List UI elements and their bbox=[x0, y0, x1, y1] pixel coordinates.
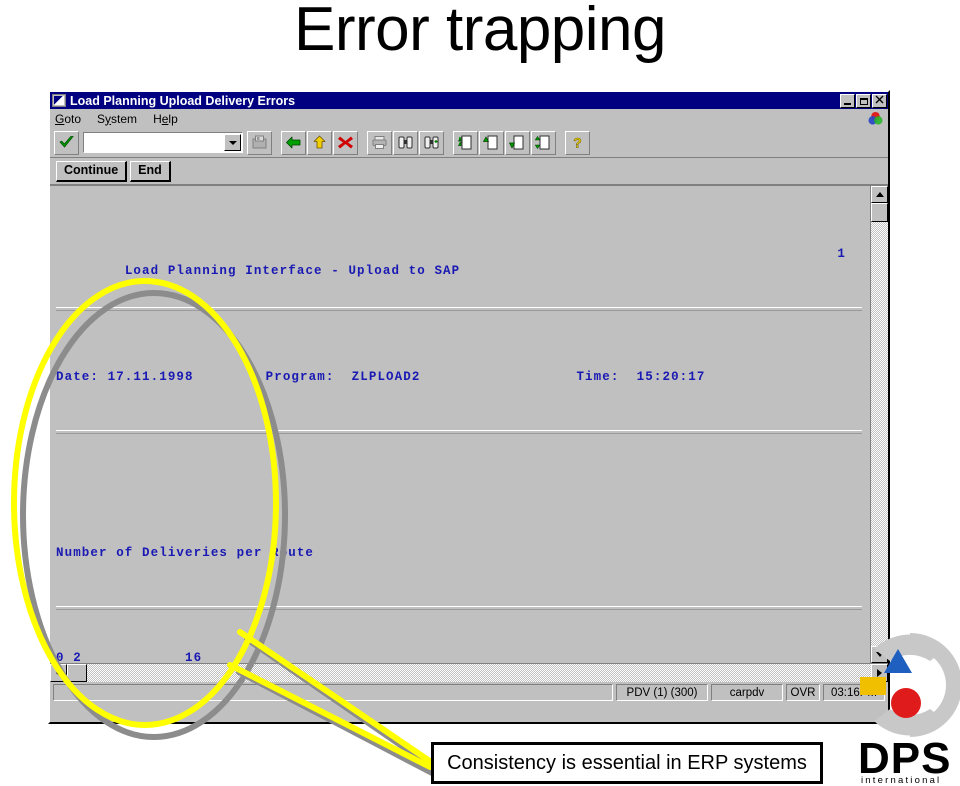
continue-button[interactable]: Continue bbox=[56, 160, 128, 182]
restore-button[interactable] bbox=[856, 93, 871, 108]
binoculars-plus-icon bbox=[424, 136, 439, 149]
scroll-up-button[interactable] bbox=[871, 186, 888, 203]
menu-item-help[interactable]: Help bbox=[153, 112, 178, 126]
report-list: Load Planning Interface - Upload to SAP … bbox=[50, 186, 870, 663]
first-page-icon bbox=[457, 135, 472, 150]
close-button[interactable] bbox=[872, 93, 887, 108]
report-divider bbox=[56, 306, 862, 311]
triangle-up-icon bbox=[875, 192, 884, 197]
binoculars-icon bbox=[398, 136, 413, 149]
help-button[interactable]: ? bbox=[565, 130, 590, 155]
save-disk-icon bbox=[252, 135, 267, 149]
report-program: Program: ZLPLOAD2 bbox=[265, 369, 421, 384]
red-x-icon bbox=[338, 136, 353, 149]
svg-text:?: ? bbox=[573, 135, 582, 150]
vertical-scroll-thumb[interactable] bbox=[871, 203, 888, 222]
status-insert-mode[interactable]: OVR bbox=[786, 684, 820, 701]
horizontal-scroll-thumb[interactable] bbox=[67, 664, 87, 682]
report-divider bbox=[56, 605, 862, 610]
horizontal-scrollbar[interactable] bbox=[50, 663, 888, 682]
window-titlebar: Load Planning Upload Delivery Errors bbox=[50, 92, 888, 109]
previous-page-button[interactable] bbox=[479, 130, 504, 155]
enter-button[interactable] bbox=[54, 130, 79, 155]
report-time: Time: 15:20:17 bbox=[576, 369, 706, 384]
vertical-scroll-track[interactable] bbox=[871, 222, 888, 646]
report-header-title: Load Planning Interface - Upload to SAP bbox=[124, 264, 461, 279]
last-page-icon bbox=[535, 135, 550, 150]
report-meta-line: Date: 17.11.1998 Program: ZLPLOAD2 Time: 1… bbox=[56, 369, 870, 387]
menubar: Goto System Help bbox=[50, 109, 888, 128]
window-controls bbox=[840, 93, 887, 108]
sap-app-icon bbox=[52, 94, 66, 107]
save-button[interactable] bbox=[247, 130, 272, 155]
find-button[interactable] bbox=[393, 130, 418, 155]
sap-toolbar: ? bbox=[50, 128, 888, 158]
green-check-icon bbox=[59, 136, 74, 148]
triangle-left-icon bbox=[56, 669, 61, 677]
chevron-down-icon bbox=[228, 140, 237, 145]
menu-item-goto[interactable]: Goto bbox=[55, 112, 81, 126]
statusbar: PDV (1) (300) carpdv OVR 03:16PM bbox=[50, 682, 888, 703]
scroll-left-button[interactable] bbox=[50, 664, 67, 682]
print-button[interactable] bbox=[367, 130, 392, 155]
yellow-up-arrow-icon bbox=[313, 135, 326, 149]
page-title: Error trapping bbox=[293, 0, 667, 64]
vertical-scrollbar[interactable] bbox=[870, 186, 888, 663]
minimize-button[interactable] bbox=[840, 93, 855, 108]
next-page-icon bbox=[509, 135, 524, 150]
printer-icon bbox=[372, 136, 387, 149]
last-page-button[interactable] bbox=[531, 130, 556, 155]
question-mark-icon: ? bbox=[573, 135, 582, 150]
green-back-arrow-icon bbox=[286, 136, 301, 149]
horizontal-scroll-track[interactable] bbox=[87, 664, 871, 682]
dps-logo-mark bbox=[860, 633, 960, 737]
report-route-row: 0 2 16 bbox=[56, 651, 203, 663]
first-page-button[interactable] bbox=[453, 130, 478, 155]
exit-button[interactable] bbox=[307, 130, 332, 155]
sap-application-window: Load Planning Upload Delivery Errors Got… bbox=[48, 90, 890, 724]
command-input[interactable] bbox=[84, 134, 224, 151]
report-divider bbox=[56, 429, 862, 434]
back-button[interactable] bbox=[281, 130, 306, 155]
end-button[interactable]: End bbox=[130, 160, 171, 182]
command-dropdown-button[interactable] bbox=[224, 134, 241, 151]
find-next-button[interactable] bbox=[419, 130, 444, 155]
status-message bbox=[53, 684, 613, 701]
status-server: carpdv bbox=[711, 684, 783, 701]
status-system: PDV (1) (300) bbox=[616, 684, 708, 701]
report-page-number: 1 bbox=[837, 246, 846, 261]
cancel-button[interactable] bbox=[333, 130, 358, 155]
caption-box: Consistency is essential in ERP systems bbox=[431, 742, 823, 784]
application-toolbar: Continue End bbox=[50, 158, 888, 186]
window-title: Load Planning Upload Delivery Errors bbox=[70, 93, 296, 108]
report-date: Date: 17.11.1998 bbox=[56, 369, 194, 384]
report-header-line: Load Planning Interface - Upload to SAP … bbox=[56, 246, 870, 279]
menu-item-system[interactable]: System bbox=[97, 112, 137, 126]
report-area: Load Planning Interface - Upload to SAP … bbox=[50, 186, 888, 663]
logo-circle-icon bbox=[891, 688, 921, 718]
previous-page-icon bbox=[483, 135, 498, 150]
report-section-route: Number of Deliveries per Route bbox=[56, 545, 315, 560]
command-field[interactable] bbox=[83, 132, 243, 153]
next-page-button[interactable] bbox=[505, 130, 530, 155]
close-icon bbox=[875, 95, 884, 103]
sap-logo-icon bbox=[868, 111, 883, 125]
